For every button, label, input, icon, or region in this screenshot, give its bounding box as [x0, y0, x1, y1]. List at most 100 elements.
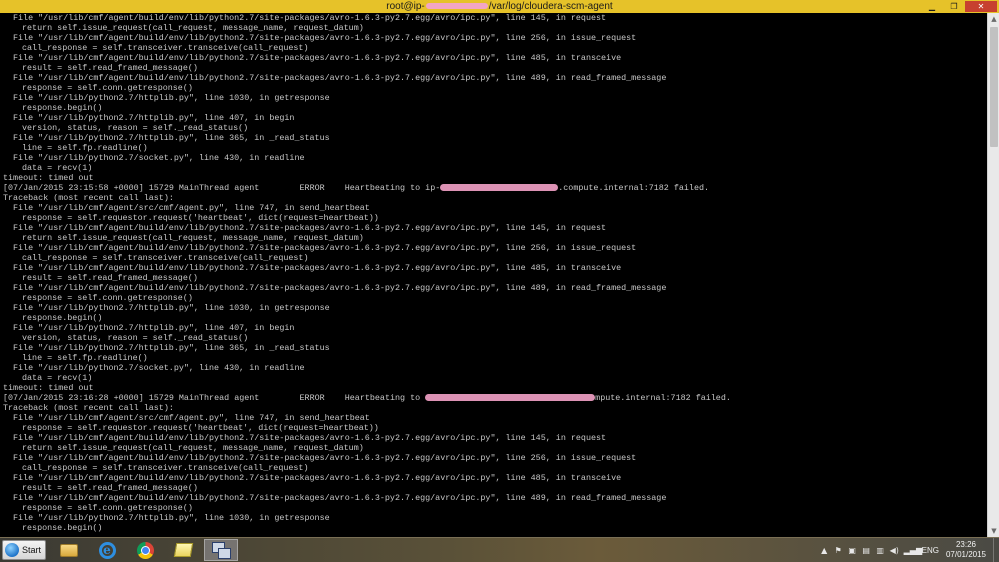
ie-icon: e: [98, 541, 116, 559]
terminal-line: File "/usr/lib/python2.7/httplib.py", li…: [0, 133, 987, 143]
tray-app-icon[interactable]: ▥: [876, 546, 885, 555]
network-signal-icon[interactable]: ▂▄▆: [904, 546, 922, 555]
terminal-scrollbar[interactable]: ▲ ▼: [987, 13, 999, 537]
terminal-line: response = self.requestor.request('heart…: [0, 213, 987, 223]
terminal-line-text: response = self.conn.getresponse(): [22, 83, 193, 93]
terminal-line: File "/usr/lib/cmf/agent/build/env/lib/p…: [0, 473, 987, 483]
terminal-line-text: File "/usr/lib/python2.7/httplib.py", li…: [13, 343, 330, 353]
input-language-indicator[interactable]: ENG: [922, 546, 939, 555]
terminal-line: File "/usr/lib/cmf/agent/src/cmf/agent.p…: [0, 413, 987, 423]
terminal-line: File "/usr/lib/python2.7/httplib.py", li…: [0, 343, 987, 353]
terminal-line-text: result = self.read_framed_message(): [22, 483, 198, 493]
terminal-line-text: File "/usr/lib/cmf/agent/build/env/lib/p…: [13, 73, 667, 83]
redacted-hostname: [425, 394, 596, 402]
terminal-line: File "/usr/lib/cmf/agent/build/env/lib/p…: [0, 53, 987, 63]
taskbar-clock[interactable]: 23:26 07/01/2015: [943, 540, 989, 560]
clock-time: 23:26: [955, 540, 977, 549]
terminal-line-text: File "/usr/lib/cmf/agent/build/env/lib/p…: [13, 53, 622, 63]
terminal-line: File "/usr/lib/python2.7/httplib.py", li…: [0, 113, 987, 123]
terminal-line: return self.issue_request(call_request, …: [0, 233, 987, 243]
terminal-line-text: call_response = self.transceiver.transce…: [22, 253, 309, 263]
terminal-line-text: [07/Jan/2015 23:15:58 +0000] 15729 MainT…: [3, 183, 441, 193]
terminal-line-text: Traceback (most recent call last):: [3, 403, 174, 413]
taskbar-app-putty[interactable]: [204, 539, 238, 561]
taskbar-app-internet-explorer[interactable]: e: [90, 539, 124, 561]
terminal-line: File "/usr/lib/cmf/agent/build/env/lib/p…: [0, 493, 987, 503]
terminal-line-text: return self.issue_request(call_request, …: [22, 233, 364, 243]
terminal-line-text: line = self.fp.readline(): [22, 143, 148, 153]
window-title: root@ip- /var/log/cloudera-scm-agent: [386, 1, 612, 12]
tray-overflow-chevron-icon[interactable]: ▲: [820, 546, 829, 555]
scroll-up-arrow-icon[interactable]: ▲: [988, 13, 999, 25]
terminal-line: response = self.conn.getresponse(): [0, 503, 987, 513]
terminal-line-text: File "/usr/lib/python2.7/httplib.py", li…: [13, 93, 330, 103]
chrome-icon: [136, 541, 154, 559]
terminal-line: File "/usr/lib/python2.7/httplib.py", li…: [0, 303, 987, 313]
terminal-line-text: File "/usr/lib/python2.7/httplib.py", li…: [13, 303, 330, 313]
putty-icon: [212, 542, 231, 559]
terminal-line-text: version, status, reason = self._read_sta…: [22, 123, 249, 133]
terminal-line-text: timeout: timed out: [3, 173, 94, 183]
terminal-line-text: response = self.conn.getresponse(): [22, 293, 193, 303]
terminal-line-text: File "/usr/lib/python2.7/httplib.py", li…: [13, 113, 295, 123]
terminal-line: line = self.fp.readline(): [0, 353, 987, 363]
terminal-output[interactable]: File "/usr/lib/cmf/agent/build/env/lib/p…: [0, 13, 987, 537]
window-title-bar[interactable]: root@ip-/var/log/cloudera-scm-agent ▁ ❐ …: [0, 0, 999, 13]
terminal-line: call_response = self.transceiver.transce…: [0, 43, 987, 53]
start-label: Start: [22, 545, 42, 555]
terminal-line: call_response = self.transceiver.transce…: [0, 463, 987, 473]
terminal-line: Traceback (most recent call last):: [0, 403, 987, 413]
taskbar-app-file-explorer[interactable]: [52, 539, 86, 561]
terminal-line-text: response.begin(): [22, 103, 103, 113]
minimize-button[interactable]: ▁: [923, 1, 941, 12]
terminal-line-text: File "/usr/lib/cmf/agent/build/env/lib/p…: [13, 13, 607, 23]
terminal-line-text: File "/usr/lib/cmf/agent/build/env/lib/p…: [13, 33, 637, 43]
terminal-line-text: call_response = self.transceiver.transce…: [22, 463, 309, 473]
terminal-line-text: File "/usr/lib/python2.7/httplib.py", li…: [13, 133, 330, 143]
terminal-line-text: return self.issue_request(call_request, …: [22, 443, 364, 453]
show-desktop-button[interactable]: [993, 538, 999, 562]
terminal-line: version, status, reason = self._read_sta…: [0, 333, 987, 343]
window-title-prefix: root@ip-: [386, 1, 425, 12]
taskbar-app-sticky-notes[interactable]: [166, 539, 200, 561]
terminal-line-text: result = self.read_framed_message(): [22, 273, 198, 283]
scrollbar-thumb[interactable]: [990, 27, 998, 147]
tray-app-icon[interactable]: ▣: [848, 546, 857, 555]
terminal-line: File "/usr/lib/cmf/agent/build/env/lib/p…: [0, 13, 987, 23]
terminal-line: response.begin(): [0, 103, 987, 113]
terminal-line: File "/usr/lib/python2.7/socket.py", lin…: [0, 153, 987, 163]
terminal-line: line = self.fp.readline(): [0, 143, 987, 153]
clock-date: 07/01/2015: [945, 550, 987, 559]
terminal-line: response = self.requestor.request('heart…: [0, 423, 987, 433]
terminal-line-text: File "/usr/lib/python2.7/httplib.py", li…: [13, 513, 330, 523]
action-center-flag-icon[interactable]: ⚑: [834, 546, 843, 555]
terminal-line: File "/usr/lib/cmf/agent/build/env/lib/p…: [0, 223, 987, 233]
terminal-line-text: File "/usr/lib/cmf/agent/build/env/lib/p…: [13, 223, 607, 233]
terminal-line-text: data = recv(1): [22, 163, 93, 173]
terminal-line: File "/usr/lib/python2.7/socket.py", lin…: [0, 363, 987, 373]
terminal-line: File "/usr/lib/cmf/agent/build/env/lib/p…: [0, 263, 987, 273]
start-button[interactable]: Start: [2, 540, 46, 560]
maximize-button[interactable]: ❐: [945, 1, 963, 12]
terminal-line-text: File "/usr/lib/python2.7/httplib.py", li…: [13, 323, 295, 333]
terminal-line: response.begin(): [0, 313, 987, 323]
taskbar-app-chrome[interactable]: [128, 539, 162, 561]
terminal-line-text: data = recv(1): [22, 373, 93, 383]
scroll-down-arrow-icon[interactable]: ▼: [988, 525, 999, 537]
terminal-line-text: File "/usr/lib/cmf/agent/build/env/lib/p…: [13, 433, 607, 443]
terminal-line: Traceback (most recent call last):: [0, 193, 987, 203]
terminal-line: response.begin(): [0, 523, 987, 533]
terminal-line: File "/usr/lib/python2.7/httplib.py", li…: [0, 323, 987, 333]
tray-app-icon[interactable]: ▤: [862, 546, 871, 555]
terminal-line-text: File "/usr/lib/cmf/agent/build/env/lib/p…: [13, 493, 667, 503]
notes-icon: [173, 543, 193, 557]
redacted-hostname: [425, 3, 488, 10]
terminal-line-text: line = self.fp.readline(): [22, 353, 148, 363]
terminal-line: [07/Jan/2015 23:16:28 +0000] 15729 MainT…: [0, 393, 987, 403]
terminal-line-text: File "/usr/lib/cmf/agent/build/env/lib/p…: [13, 263, 622, 273]
close-button[interactable]: ✕: [965, 1, 997, 12]
terminal-line: File "/usr/lib/python2.7/httplib.py", li…: [0, 93, 987, 103]
volume-icon[interactable]: ◀): [890, 546, 899, 555]
terminal-line-text: File "/usr/lib/cmf/agent/build/env/lib/p…: [13, 283, 667, 293]
terminal-line-text: response = self.requestor.request('heart…: [22, 213, 379, 223]
